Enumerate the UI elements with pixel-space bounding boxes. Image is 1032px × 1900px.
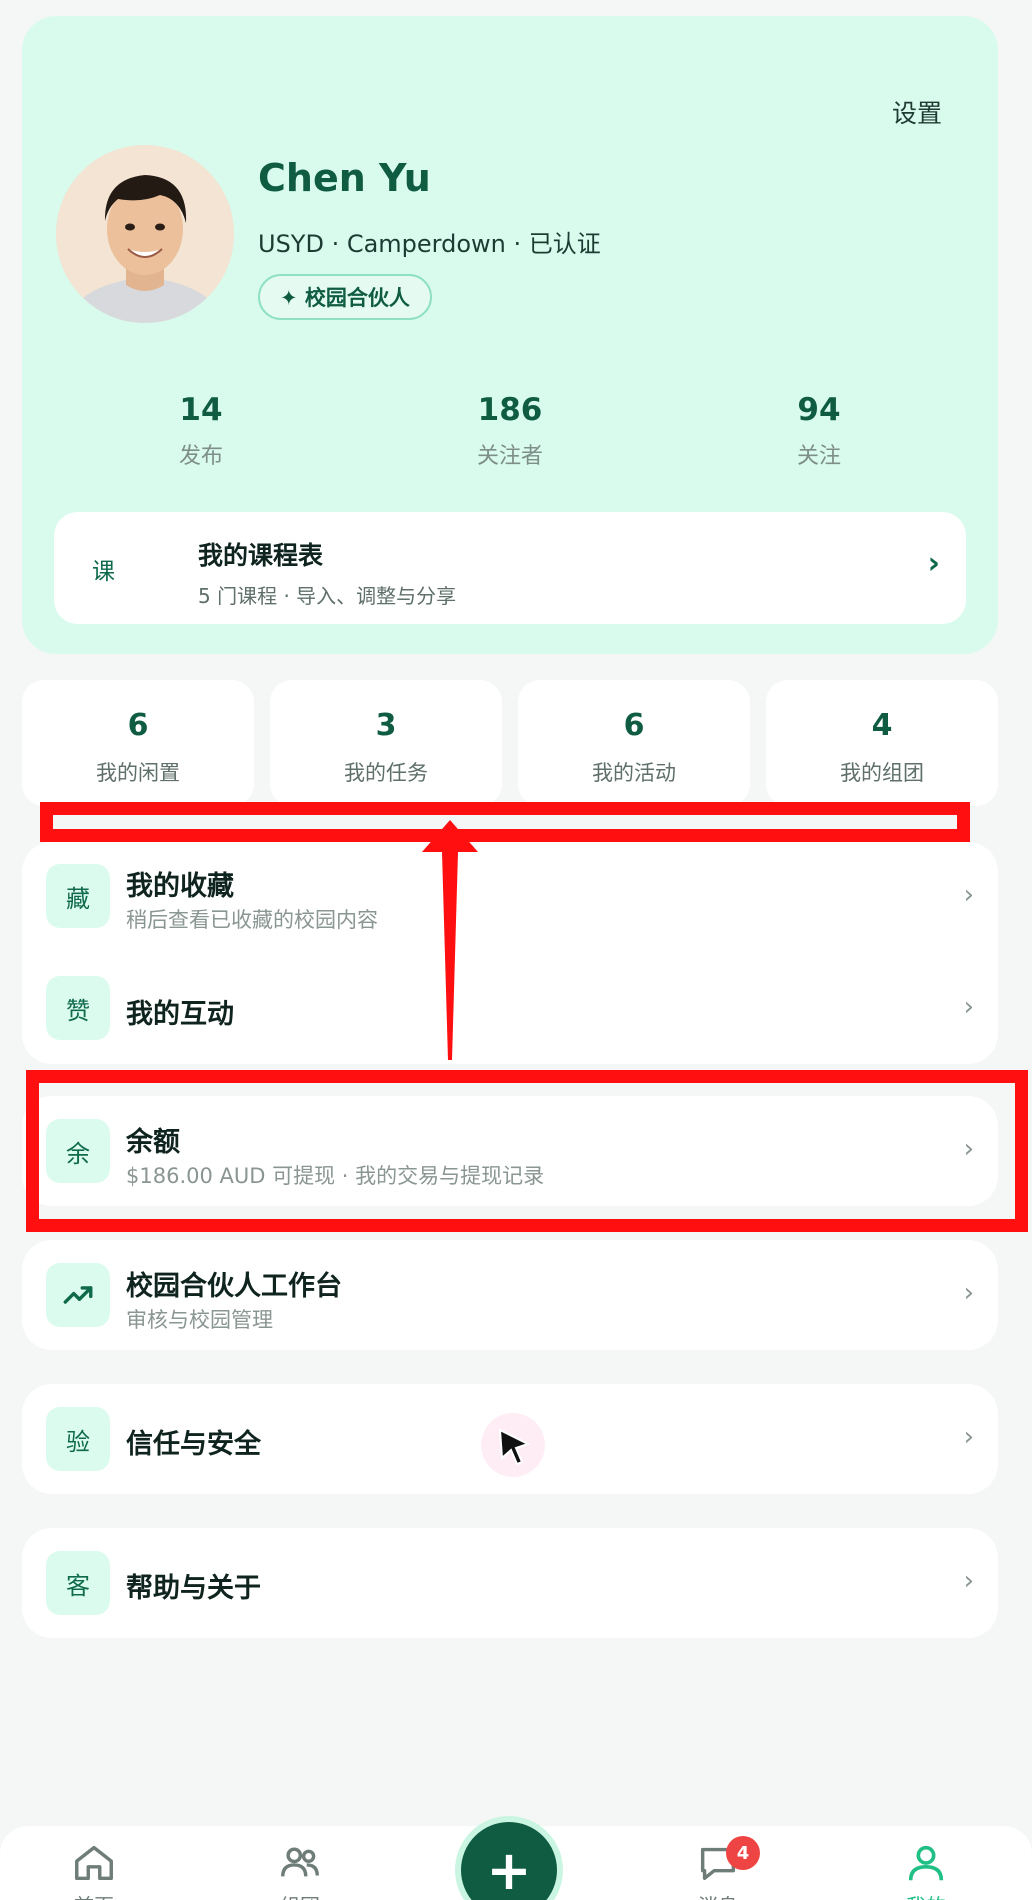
menu-item-subtitle: 审核与校园管理 [126,1308,273,1332]
trending-up-icon-glyph [63,1286,93,1304]
partner-badge: ✦ 校园合伙人 [258,274,432,320]
stat-followers[interactable]: 186 关注者 [430,392,590,470]
quick-stat-label: 我的活动 [592,761,676,785]
menu-item-partner-workbench[interactable]: 校园合伙人工作台 审核与校园管理 › [22,1240,998,1350]
quick-stat-idle-items[interactable]: 6 我的闲置 [22,680,254,806]
quick-stat-value: 6 [127,708,149,743]
menu-item-title: 校园合伙人工作台 [126,1271,342,1302]
chevron-right-icon: › [963,992,974,1022]
menu-item-title: 我的收藏 [126,871,234,902]
course-schedule-subtitle: 5 门课程 · 导入、调整与分享 [198,584,457,608]
stat-label: 关注者 [476,444,543,469]
nav-label: 我的 [876,1890,976,1900]
chevron-right-icon: › [963,1134,974,1164]
home-icon [75,1845,113,1881]
unread-badge: 4 [726,1836,760,1870]
avatar[interactable] [56,145,234,323]
nav-label: 组团 [250,1890,350,1900]
user-meta: USYD · Camperdown · 已认证 [258,230,601,258]
menu-item-interactions[interactable]: 赞 我的互动 › [22,954,998,1064]
menu-item-balance[interactable]: 余 余额 $186.00 AUD 可提现 · 我的交易与提现记录 › [22,1096,998,1206]
profile-card: 设置 Chen Yu USYD · Camperdown · 已认证 ✦ 校园合… [22,16,998,654]
quick-stat-label: 我的任务 [344,761,428,785]
quick-stat-label: 我的组团 [840,761,924,785]
menu-card-activity: 藏 我的收藏 稍后查看已收藏的校园内容 › 赞 我的互动 › [22,842,998,1064]
chevron-right-icon: › [963,1278,974,1308]
quick-stat-label: 我的闲置 [96,761,180,785]
stat-value: 186 [477,392,543,428]
nav-item-profile[interactable]: 我的 [876,1840,976,1900]
quick-stat-value: 4 [871,708,893,743]
stat-value: 14 [179,392,223,428]
quick-stat-groups[interactable]: 4 我的组团 [766,680,998,806]
like-icon: 赞 [46,976,110,1040]
chevron-right-icon: › [963,1422,974,1452]
chevron-right-icon: › [927,546,940,581]
menu-item-subtitle: $186.00 AUD 可提现 · 我的交易与提现记录 [126,1164,545,1188]
verify-icon: 验 [46,1407,110,1471]
menu-item-help-about[interactable]: 客 帮助与关于 › [22,1528,998,1638]
course-schedule-title: 我的课程表 [198,541,324,570]
nav-item-messages[interactable]: 4 消息 [668,1836,768,1900]
settings-link[interactable]: 设置 [892,94,942,130]
nav-item-home[interactable]: 首页 [44,1840,144,1900]
stat-label: 发布 [178,444,223,469]
nav-label: 消息 [668,1890,768,1900]
nav-label: 首页 [44,1890,144,1900]
nav-item-groups[interactable]: 组团 [250,1840,350,1900]
support-icon: 客 [46,1551,110,1615]
user-name: Chen Yu [258,156,431,200]
avatar-image [56,145,234,323]
menu-item-title: 余额 [126,1127,180,1158]
menu-item-title: 信任与安全 [126,1429,261,1460]
stat-label: 关注 [796,444,841,469]
menu-item-title: 我的互动 [126,999,234,1030]
quick-stat-activities[interactable]: 6 我的活动 [518,680,750,806]
quick-stat-value: 3 [375,708,397,743]
course-icon: 课 [92,559,115,585]
partner-badge-label: ✦ 校园合伙人 [280,286,410,310]
chevron-right-icon: › [963,1566,974,1596]
stat-posts[interactable]: 14 发布 [121,392,281,470]
quick-stat-tasks[interactable]: 3 我的任务 [270,680,502,806]
quick-stat-value: 6 [623,708,645,743]
course-schedule-row[interactable]: 课 我的课程表 5 门课程 · 导入、调整与分享 › [54,512,966,624]
menu-item-title: 帮助与关于 [126,1573,261,1604]
annotation-highlight-drop-target [40,802,970,842]
menu-item-favorites[interactable]: 藏 我的收藏 稍后查看已收藏的校园内容 › [22,842,998,954]
favorites-icon: 藏 [46,864,110,928]
balance-icon: 余 [46,1119,110,1183]
chevron-right-icon: › [963,880,974,910]
stat-value: 94 [797,392,841,428]
menu-item-trust-safety[interactable]: 验 信任与安全 › [22,1384,998,1494]
stat-following[interactable]: 94 关注 [739,392,899,470]
trending-up-icon [46,1263,110,1327]
menu-item-subtitle: 稍后查看已收藏的校园内容 [126,908,378,932]
user-icon [908,1845,944,1881]
group-icon [281,1847,319,1877]
